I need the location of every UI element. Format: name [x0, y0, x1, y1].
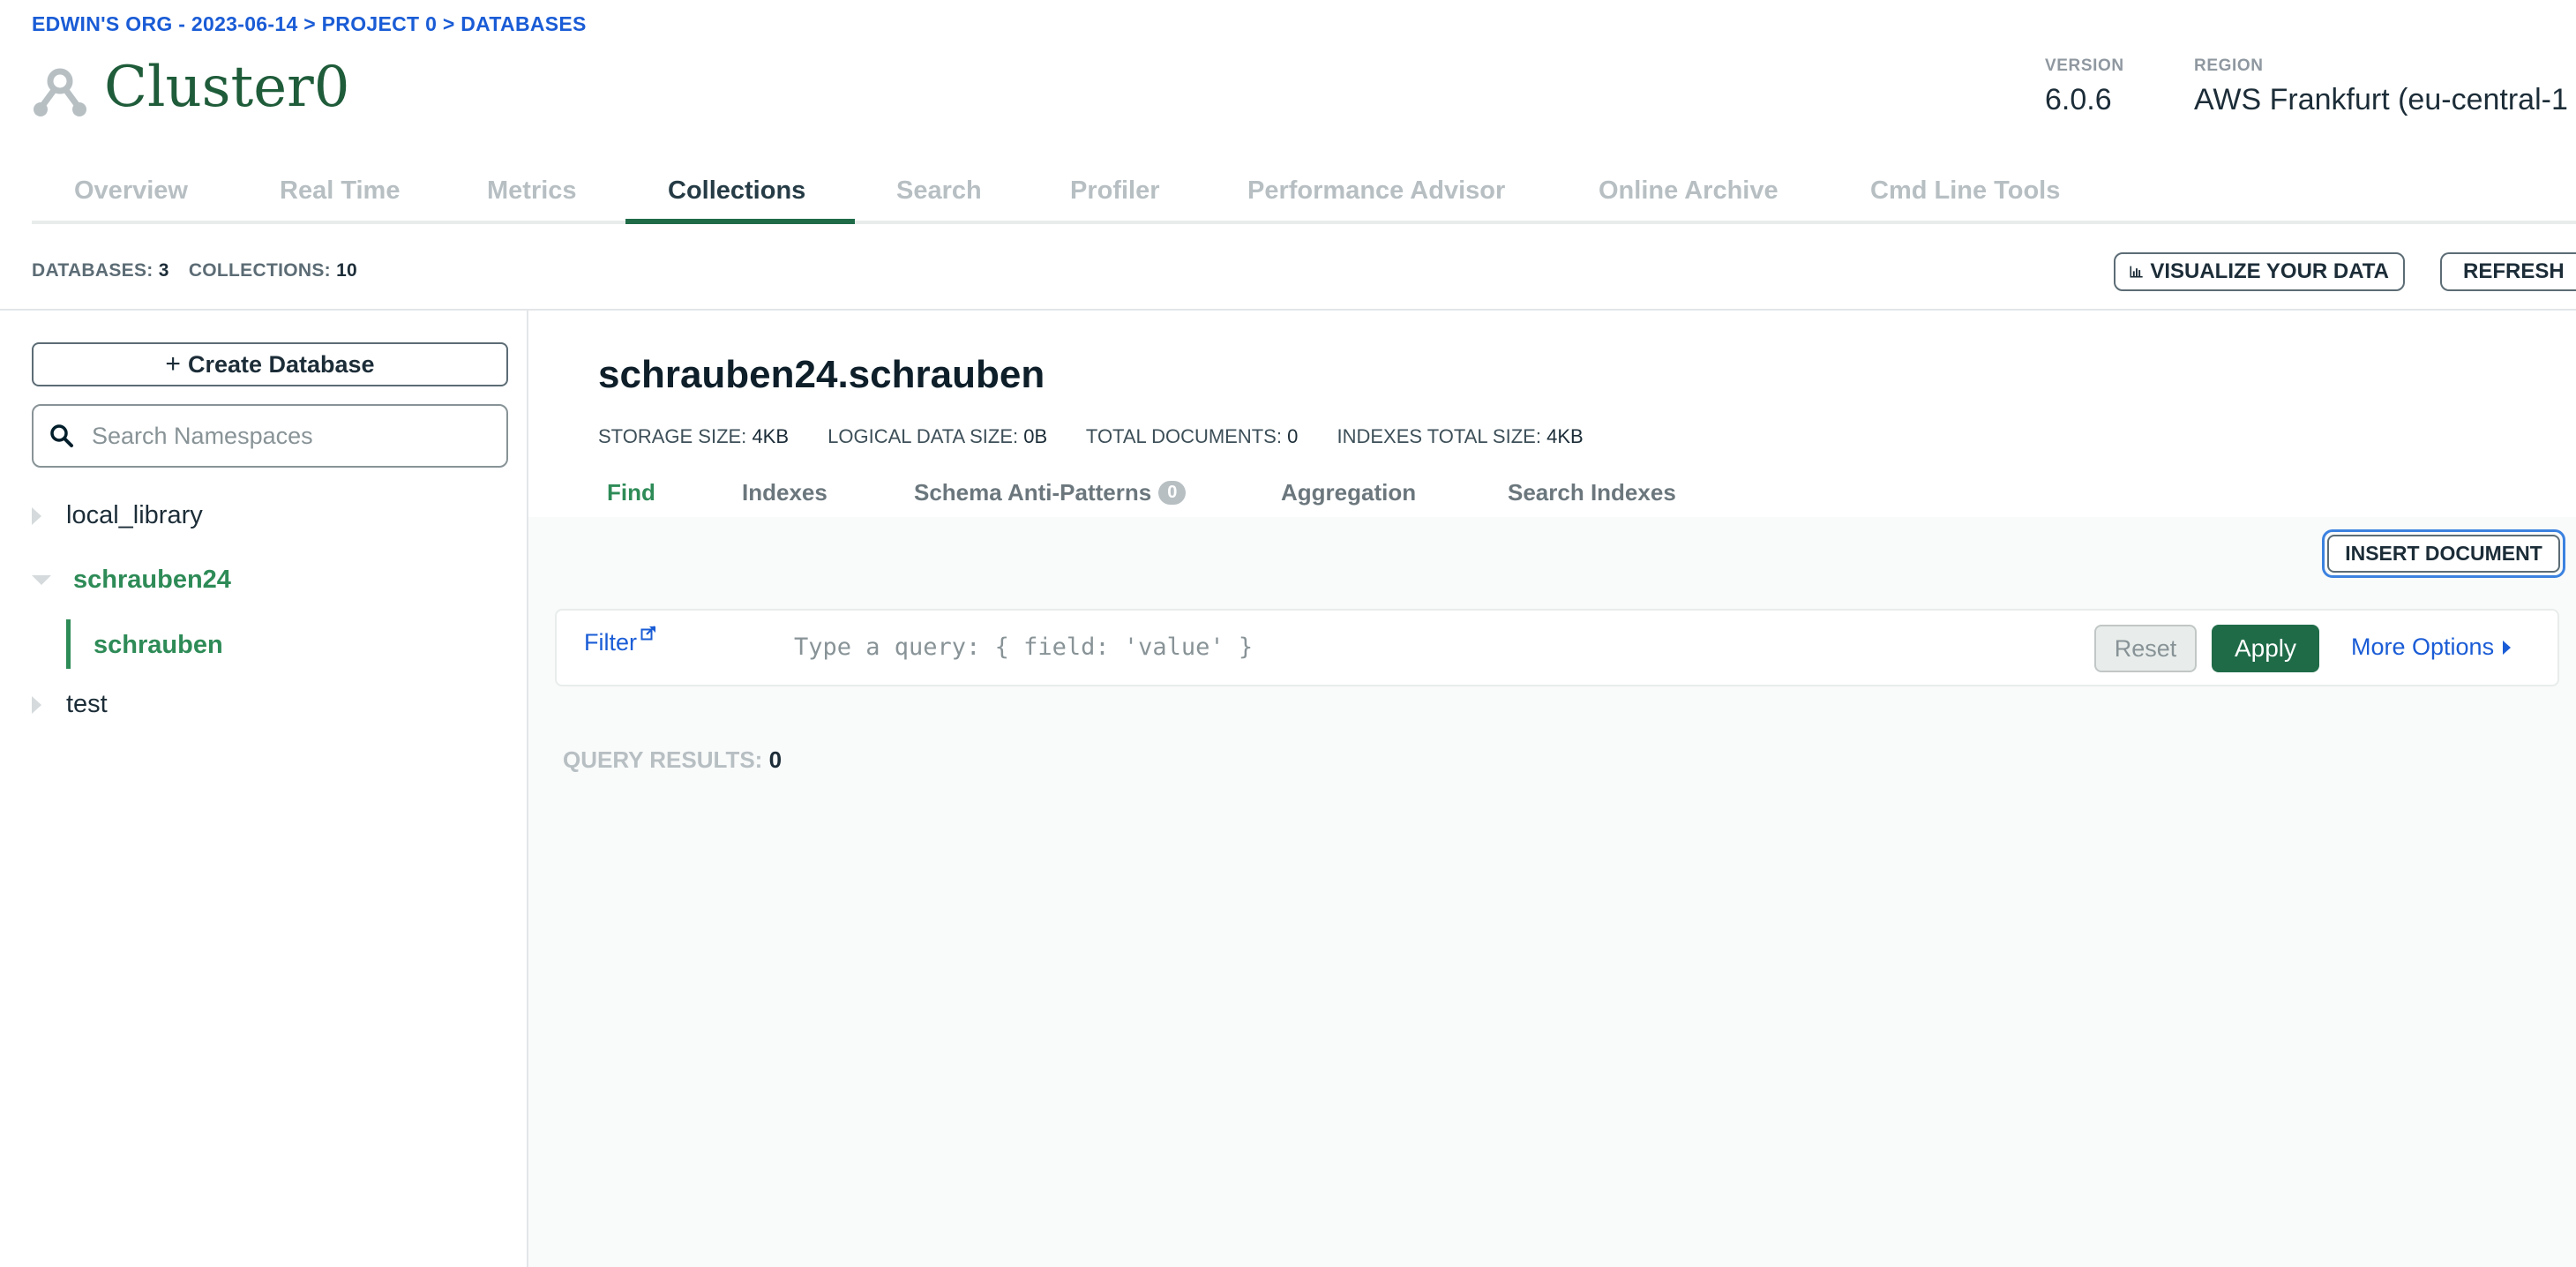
subtab-search-indexes[interactable]: Search Indexes: [1508, 479, 1676, 506]
visualize-data-label: VISUALIZE YOUR DATA: [2150, 259, 2389, 283]
search-namespaces-field[interactable]: [32, 404, 508, 468]
filter-link[interactable]: Filter: [584, 626, 656, 656]
version-value: 6.0.6: [2045, 83, 2112, 116]
sidebar-db-test[interactable]: test: [32, 690, 108, 719]
region-value: AWS Frankfurt (eu-central-1: [2194, 83, 2568, 116]
region-label: REGION: [2194, 56, 2264, 75]
refresh-button[interactable]: REFRESH: [2440, 252, 2576, 291]
more-options-button[interactable]: More Options: [2351, 634, 2512, 661]
external-link-icon: [640, 626, 655, 641]
logical-size-value: 0B: [1023, 425, 1048, 447]
tab-collections[interactable]: Collections: [668, 176, 805, 206]
query-results-count: QUERY RESULTS: 0: [563, 746, 782, 774]
tab-cmd-line-tools[interactable]: Cmd Line Tools: [1870, 176, 2060, 206]
tab-online-archive[interactable]: Online Archive: [1599, 176, 1778, 206]
cluster-title: Cluster0: [104, 55, 350, 120]
bar-chart-icon: [2130, 266, 2143, 278]
tab-metrics[interactable]: Metrics: [487, 176, 577, 206]
collections-count: 10: [336, 260, 358, 281]
tab-profiler[interactable]: Profiler: [1070, 176, 1160, 206]
subtab-find[interactable]: Find: [607, 479, 655, 506]
databases-count-label: DATABASES:: [32, 260, 154, 281]
query-results-label: QUERY RESULTS:: [563, 746, 763, 773]
sidebar-db-local-library[interactable]: local_library: [32, 501, 203, 530]
active-collection-indicator: [66, 619, 71, 669]
sidebar-db-schrauben24[interactable]: schrauben24: [32, 566, 231, 595]
subtab-indexes[interactable]: Indexes: [742, 479, 827, 506]
refresh-label: REFRESH: [2463, 259, 2565, 283]
schema-anti-patterns-label: Schema Anti-Patterns: [914, 479, 1152, 506]
visualize-data-button[interactable]: VISUALIZE YOUR DATA: [2114, 252, 2405, 291]
caret-right-icon: [2503, 640, 2512, 655]
subtab-schema-anti-patterns[interactable]: Schema Anti-Patterns 0: [914, 479, 1187, 506]
subtab-aggregation[interactable]: Aggregation: [1281, 479, 1416, 506]
storage-size-label: STORAGE SIZE:: [598, 425, 747, 447]
create-database-label: Create Database: [187, 350, 375, 378]
tab-real-time[interactable]: Real Time: [280, 176, 400, 206]
db-name: local_library: [66, 501, 203, 529]
active-tab-indicator: [625, 219, 855, 224]
insert-document-label: INSERT DOCUMENT: [2327, 535, 2560, 573]
filter-label: Filter: [584, 629, 637, 656]
db-name: schrauben24: [73, 566, 231, 594]
indexes-size-label: INDEXES TOTAL SIZE:: [1337, 425, 1541, 447]
logical-size-label: LOGICAL DATA SIZE:: [827, 425, 1019, 447]
tab-performance-advisor[interactable]: Performance Advisor: [1247, 176, 1505, 206]
db-name: test: [66, 690, 108, 718]
schema-count-badge: 0: [1158, 481, 1187, 505]
plus-icon: +: [165, 349, 181, 379]
reset-button[interactable]: Reset: [2094, 625, 2197, 672]
sidebar-collection-schrauben[interactable]: schrauben: [94, 631, 223, 660]
total-documents-value: 0: [1287, 425, 1299, 447]
nav-tabs-divider: [32, 221, 2576, 224]
cluster-icon: [34, 68, 86, 116]
version-label: VERSION: [2045, 56, 2124, 75]
storage-size-value: 4KB: [752, 425, 790, 447]
total-documents-label: TOTAL DOCUMENTS:: [1085, 425, 1282, 447]
search-namespaces-input[interactable]: [90, 421, 482, 451]
create-database-button[interactable]: + Create Database: [32, 342, 508, 386]
tab-overview[interactable]: Overview: [74, 176, 188, 206]
query-filter-input[interactable]: [792, 628, 2066, 665]
caret-right-icon[interactable]: [32, 506, 41, 525]
insert-document-button[interactable]: INSERT DOCUMENT: [2322, 529, 2565, 578]
indexes-size-value: 4KB: [1546, 425, 1584, 447]
collections-count-label: COLLECTIONS:: [188, 260, 331, 281]
namespace-counts: DATABASES: 3 COLLECTIONS: 10: [32, 260, 371, 281]
breadcrumb[interactable]: EDWIN'S ORG - 2023-06-14 > PROJECT 0 > D…: [32, 12, 587, 36]
caret-right-icon[interactable]: [32, 695, 41, 714]
databases-count: 3: [158, 260, 169, 281]
tab-search[interactable]: Search: [896, 176, 982, 206]
search-icon: [50, 424, 73, 447]
namespace-title: schrauben24.schrauben: [598, 353, 1045, 396]
more-options-label: More Options: [2351, 634, 2495, 660]
query-results-value: 0: [768, 746, 783, 773]
caret-down-icon[interactable]: [32, 575, 51, 585]
collection-stats: STORAGE SIZE: 4KB LOGICAL DATA SIZE: 0B …: [598, 425, 1617, 448]
apply-button[interactable]: Apply: [2212, 625, 2319, 672]
header-divider: [0, 309, 2576, 311]
